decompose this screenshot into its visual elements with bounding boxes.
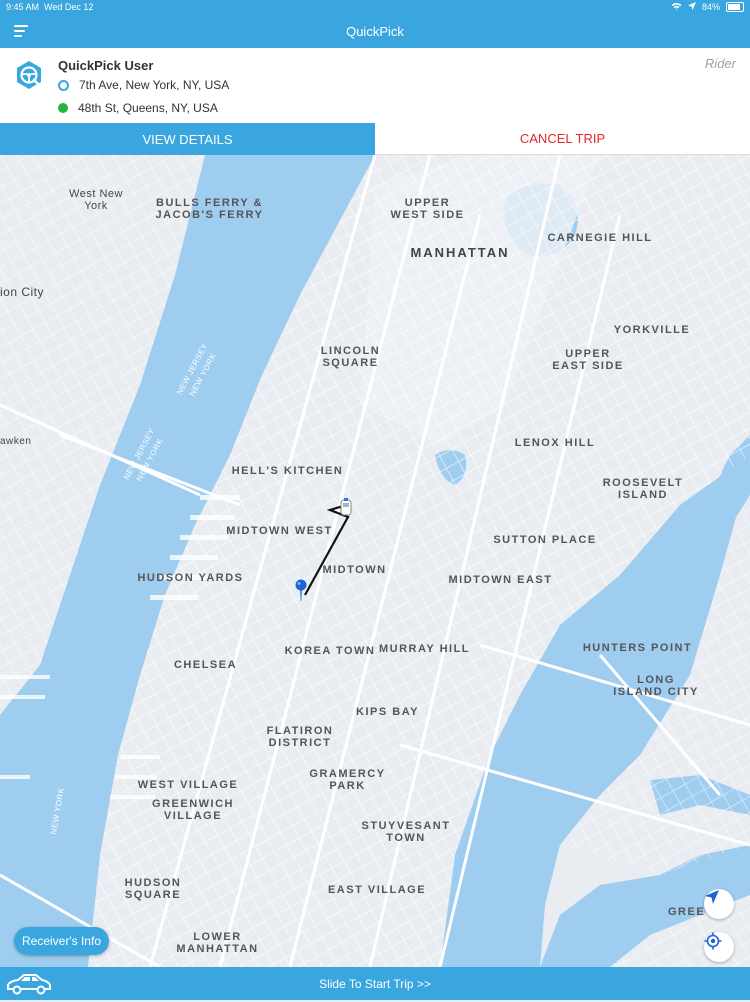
status-right: 84% <box>671 2 744 12</box>
map-label-weehawken: awken <box>0 436 32 447</box>
map-label-east-village: EAST VILLAGE <box>327 884 427 896</box>
role-label: Rider <box>704 56 736 71</box>
map-label-west-new-york: West New York <box>69 188 123 212</box>
trip-card: QuickPick User Rider 7th Ave, New York, … <box>0 48 750 123</box>
map-label-murray-hill: MURRAY HILL <box>378 643 471 655</box>
pickup-address: 7th Ave, New York, NY, USA <box>79 78 230 92</box>
map-label-upper-east-side: UPPER EAST SIDE <box>552 348 624 372</box>
map-label-roosevelt-island: ROOSEVELT ISLAND <box>602 477 684 501</box>
map-label-manhattan: MANHATTAN <box>410 245 510 260</box>
status-time: 9:45 AM <box>6 2 40 12</box>
battery-icon <box>726 2 744 12</box>
app-title: QuickPick <box>346 24 404 39</box>
map-label-greenpoint: GREE <box>668 906 706 918</box>
map-label-upper-west-side: UPPER WEST SIDE <box>390 197 465 221</box>
map-label-midtown: MIDTOWN <box>322 564 387 576</box>
cancel-trip-button[interactable]: CANCEL TRIP <box>375 123 750 155</box>
map-label-flatiron: FLATIRON DISTRICT <box>266 725 334 749</box>
map-label-yorkville: YORKVILLE <box>613 324 691 336</box>
status-time-date: 9:45 AM Wed Dec 12 <box>6 2 93 12</box>
receivers-info-button[interactable]: Receiver's Info <box>14 927 109 955</box>
map-label-lenox-hill: LENOX HILL <box>514 437 596 449</box>
view-details-button[interactable]: VIEW DETAILS <box>0 123 375 155</box>
wifi-icon <box>671 2 682 12</box>
map-label-hells-kitchen: HELL'S KITCHEN <box>231 465 344 477</box>
my-location-button[interactable] <box>704 932 734 962</box>
map-label-union-city: ion City <box>0 285 45 299</box>
dropoff-location: 48th St, Queens, NY, USA <box>58 101 218 115</box>
map-label-sutton-place: SUTTON PLACE <box>493 534 597 546</box>
map-label-hudson-yards: HUDSON YARDS <box>137 572 244 584</box>
navigate-button[interactable] <box>704 889 734 919</box>
map-label-carnegie-hill: CARNEGIE HILL <box>547 232 653 244</box>
status-bar: 9:45 AM Wed Dec 12 84% <box>0 0 750 16</box>
map-label-chelsea: CHELSEA <box>173 659 238 671</box>
battery-fill <box>728 4 740 10</box>
map-canvas <box>0 155 750 967</box>
map-view[interactable]: West New York BULLS FERRY & JACOB'S FERRY … <box>0 155 750 967</box>
map-label-long-island-city: LONG ISLAND CITY <box>613 674 699 698</box>
slide-to-start-label: Slide To Start Trip >> <box>319 977 431 991</box>
map-label-bulls-ferry: BULLS FERRY & JACOB'S FERRY <box>155 197 264 221</box>
map-label-hunters-point: HUNTERS POINT <box>582 642 693 654</box>
pickup-marker-icon <box>58 79 69 91</box>
status-date: Wed Dec 12 <box>44 2 94 12</box>
map-label-lincoln-square: LINCOLN SQUARE <box>320 345 381 369</box>
pickup-location: 7th Ave, New York, NY, USA <box>58 78 229 92</box>
battery-percent: 84% <box>701 2 720 12</box>
map-label-midtown-west: MIDTOWN WEST <box>226 525 333 537</box>
map-label-korea-town: KOREA TOWN <box>284 645 376 657</box>
map-label-gramercy: GRAMERCY PARK <box>309 768 386 792</box>
map-label-lower-manhattan: LOWER MANHATTAN <box>176 931 259 955</box>
slide-to-start-bar[interactable]: Slide To Start Trip >> <box>0 967 750 1000</box>
nav-bar: QuickPick <box>0 16 750 48</box>
location-status-icon <box>687 2 696 12</box>
map-label-midtown-east: MIDTOWN EAST <box>448 574 553 586</box>
map-label-stuyvesant: STUYVESANT TOWN <box>361 820 451 844</box>
map-label-west-village: WEST VILLAGE <box>137 779 239 791</box>
user-name: QuickPick User <box>58 58 154 73</box>
map-label-greenwich-village: GREENWICH VILLAGE <box>152 798 234 822</box>
map-label-kips-bay: KIPS BAY <box>356 706 419 718</box>
dropoff-address: 48th St, Queens, NY, USA <box>78 101 218 115</box>
map-label-hudson-square: HUDSON SQUARE <box>124 877 182 901</box>
quickpick-logo-icon <box>14 60 44 90</box>
dropoff-marker-icon <box>58 103 68 113</box>
trip-actions: VIEW DETAILS CANCEL TRIP <box>0 123 750 155</box>
